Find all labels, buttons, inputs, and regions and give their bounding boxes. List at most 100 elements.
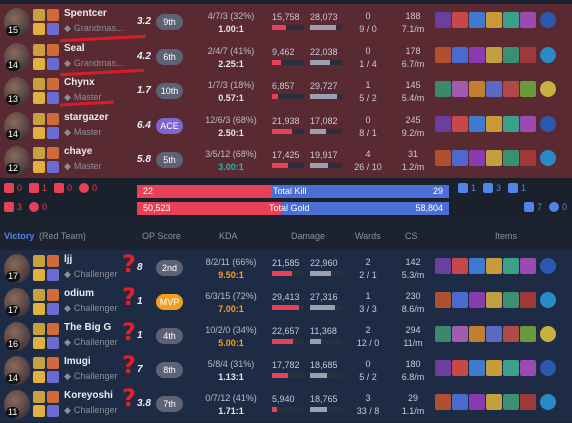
player-row[interactable]: 12 chaye ◆ Master 5.8 5th 3/5/12 (68%) 3.…: [0, 142, 572, 179]
item-icon[interactable]: [469, 81, 485, 97]
item-icon[interactable]: [435, 360, 451, 376]
item-icon[interactable]: [452, 115, 468, 132]
champion-portrait[interactable]: 11: [4, 390, 30, 419]
item-icon[interactable]: [486, 115, 502, 132]
player-row[interactable]: 14 Seal ◆ Grandmas... 4.2 6th 2/4/7 (41%)…: [0, 38, 572, 76]
player-row[interactable]: 16 The Big G ◆ Challenger 1 4th 10/2/0 (3…: [0, 318, 572, 355]
item-icon[interactable]: [503, 394, 519, 410]
trinket-icon[interactable]: [540, 81, 556, 97]
item-icon[interactable]: [452, 46, 468, 63]
player-row[interactable]: 17 ljj ◆ Challenger 8 2nd 8/2/11 (66%) 9.…: [0, 250, 572, 287]
champion-portrait[interactable]: 16: [4, 322, 30, 351]
player-name[interactable]: ljj: [64, 254, 72, 265]
trinket-icon[interactable]: [540, 150, 556, 166]
player-name[interactable]: Spentcer: [64, 8, 107, 19]
player-name[interactable]: Imugi: [64, 356, 91, 367]
item-icon[interactable]: [520, 150, 536, 166]
player-row[interactable]: 14 stargazer ◆ Master 6.4 ACE 12/6/3 (68%…: [0, 107, 572, 145]
item-icon[interactable]: [469, 360, 485, 376]
item-icon[interactable]: [435, 258, 451, 274]
item-icon[interactable]: [452, 81, 468, 97]
item-icon[interactable]: [469, 292, 485, 308]
player-row[interactable]: 15 Spentcer ◆ Grandmas... 3.2 9th 4/7/3 (…: [0, 4, 572, 41]
item-icon[interactable]: [503, 46, 519, 63]
player-name[interactable]: Chynx: [64, 77, 95, 88]
player-name[interactable]: The Big G: [64, 322, 111, 333]
item-icon[interactable]: [520, 326, 536, 342]
annotation-question-mark: ?: [122, 283, 136, 311]
item-icon[interactable]: [469, 150, 485, 166]
trinket-icon[interactable]: [540, 46, 556, 63]
item-icon[interactable]: [469, 46, 485, 63]
item-icon[interactable]: [520, 360, 536, 376]
item-icon[interactable]: [503, 12, 519, 28]
player-name[interactable]: Seal: [64, 43, 85, 54]
item-icon[interactable]: [503, 360, 519, 376]
item-icon[interactable]: [503, 150, 519, 166]
item-icon[interactable]: [520, 394, 536, 410]
item-icon[interactable]: [469, 394, 485, 410]
item-icon[interactable]: [435, 292, 451, 308]
item-icon[interactable]: [435, 150, 451, 166]
item-icon[interactable]: [486, 12, 502, 28]
item-icon[interactable]: [435, 81, 451, 97]
item-icon[interactable]: [452, 292, 468, 308]
item-icon[interactable]: [435, 46, 451, 63]
item-icon[interactable]: [486, 292, 502, 308]
item-icon[interactable]: [486, 394, 502, 410]
trinket-icon[interactable]: [540, 360, 556, 376]
item-icon[interactable]: [469, 115, 485, 132]
item-icon[interactable]: [520, 46, 536, 63]
champion-portrait[interactable]: 15: [4, 8, 30, 37]
item-icon[interactable]: [452, 326, 468, 342]
item-icon[interactable]: [435, 115, 451, 132]
item-icon[interactable]: [503, 115, 519, 132]
item-icon[interactable]: [486, 326, 502, 342]
item-icon[interactable]: [486, 360, 502, 376]
item-icon[interactable]: [469, 12, 485, 28]
item-icon[interactable]: [520, 81, 536, 97]
item-icon[interactable]: [503, 292, 519, 308]
player-row[interactable]: 11 Koreyoshi ◆ Challenger 3.8 7th 0/7/12 …: [0, 386, 572, 423]
item-icon[interactable]: [520, 292, 536, 308]
item-icon[interactable]: [435, 394, 451, 410]
item-icon[interactable]: [452, 394, 468, 410]
trinket-icon[interactable]: [540, 326, 556, 342]
champion-portrait[interactable]: 12: [4, 146, 30, 175]
champion-portrait[interactable]: 14: [4, 111, 30, 141]
item-icon[interactable]: [435, 326, 451, 342]
item-icon[interactable]: [520, 115, 536, 132]
champion-portrait[interactable]: 13: [4, 77, 30, 106]
item-icon[interactable]: [486, 258, 502, 274]
player-name[interactable]: stargazer: [64, 112, 108, 123]
trinket-icon[interactable]: [540, 394, 556, 410]
trinket-icon[interactable]: [540, 292, 556, 308]
item-icon[interactable]: [452, 150, 468, 166]
item-icon[interactable]: [486, 150, 502, 166]
item-icon[interactable]: [452, 360, 468, 376]
item-icon[interactable]: [452, 12, 468, 28]
item-icon[interactable]: [452, 258, 468, 274]
item-icon[interactable]: [503, 81, 519, 97]
item-icon[interactable]: [486, 81, 502, 97]
item-icon[interactable]: [520, 12, 536, 28]
trinket-icon[interactable]: [540, 12, 556, 28]
player-row[interactable]: 14 Imugi ◆ Challenger 7 8th 5/8/4 (31%) 1…: [0, 352, 572, 389]
player-name[interactable]: odium: [64, 288, 94, 299]
item-icon[interactable]: [520, 258, 536, 274]
item-icon[interactable]: [503, 258, 519, 274]
player-row[interactable]: 17 odium ◆ Challenger 1 MVP 6/3/15 (72%) …: [0, 284, 572, 321]
item-icon[interactable]: [486, 46, 502, 63]
item-icon[interactable]: [469, 258, 485, 274]
trinket-icon[interactable]: [540, 115, 556, 132]
champion-portrait[interactable]: 17: [4, 254, 30, 283]
item-icon[interactable]: [435, 12, 451, 28]
player-name[interactable]: chaye: [64, 146, 92, 157]
champion-portrait[interactable]: 14: [4, 356, 30, 385]
trinket-icon[interactable]: [540, 258, 556, 274]
item-icon[interactable]: [503, 326, 519, 342]
player-name[interactable]: Koreyoshi: [64, 390, 113, 401]
champion-portrait[interactable]: 14: [4, 42, 30, 72]
champion-portrait[interactable]: 17: [4, 288, 30, 317]
item-icon[interactable]: [469, 326, 485, 342]
